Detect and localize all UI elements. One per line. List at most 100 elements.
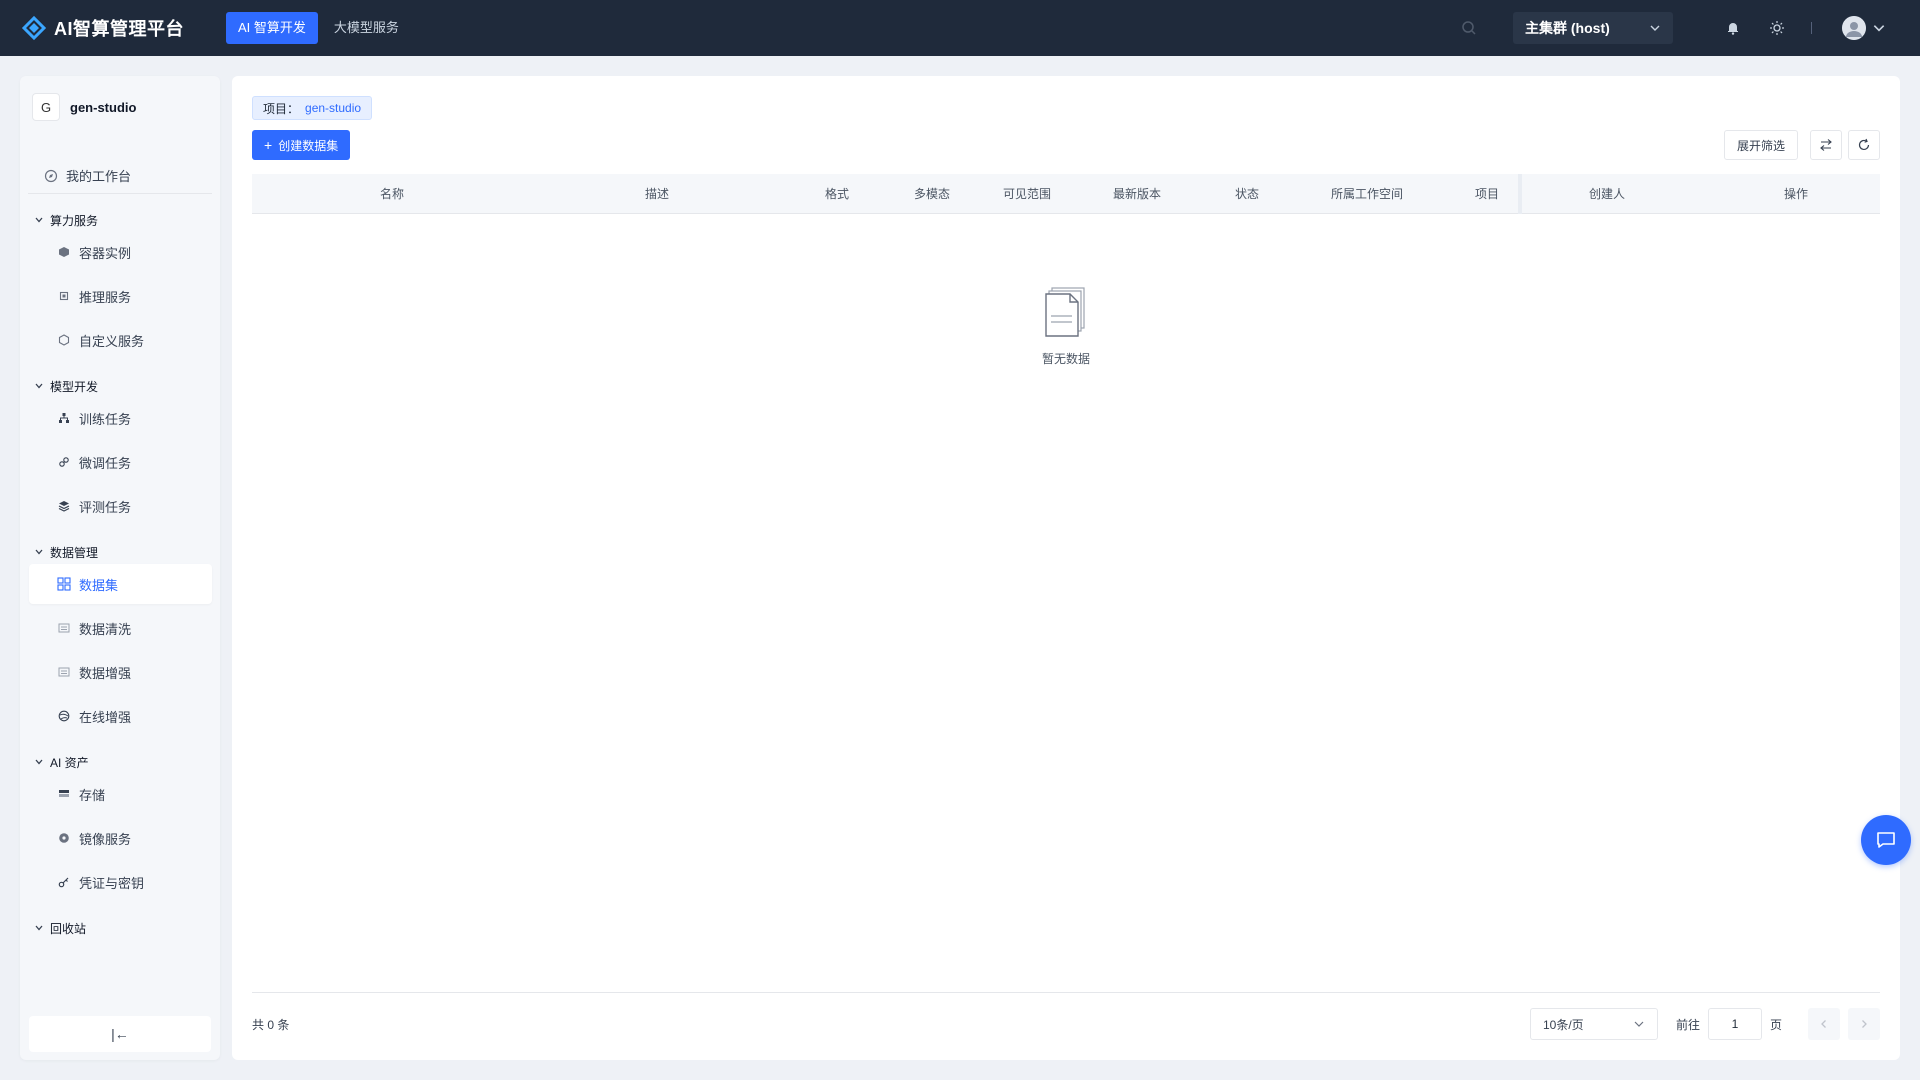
page-size-value: 10条/页 (1542, 1017, 1584, 1032)
sidebar-collapse-button[interactable]: |← (29, 1016, 211, 1052)
sidebar-item-label: 数据集 (79, 577, 119, 593)
sidebar-item-label: 微调任务 (79, 455, 132, 471)
column-header[interactable]: 所属工作空间 (1302, 185, 1432, 202)
column-header[interactable]: 创建人 (1542, 185, 1672, 202)
empty-document-icon (1045, 287, 1085, 337)
table-toolbar: 展开筛选 (1723, 130, 1880, 160)
column-settings-button[interactable] (1810, 130, 1842, 160)
top-right: 主集群 (host) (1459, 0, 1920, 56)
chat-assistant-button[interactable] (1861, 815, 1911, 865)
sidebar-item-dataset[interactable]: 数据集 (29, 564, 212, 604)
brand[interactable]: AI智算管理平台 (20, 14, 206, 42)
key-icon (57, 875, 71, 889)
sidebar-item-image-service[interactable]: 镜像服务 (29, 818, 212, 858)
cluster-select[interactable]: 主集群 (host) (1513, 12, 1673, 44)
menu-group-ai-assets[interactable]: AI 资产 (20, 750, 220, 774)
menu-group-label: AI 资产 (50, 755, 89, 770)
layers-icon (57, 499, 71, 513)
bell-icon[interactable] (1723, 18, 1743, 38)
column-header[interactable]: 操作 (1672, 185, 1870, 202)
empty-state: 暂无数据 (252, 286, 1880, 367)
column-header[interactable]: 最新版本 (1082, 185, 1192, 202)
next-page-button[interactable] (1848, 1008, 1880, 1040)
search-icon[interactable] (1459, 18, 1479, 38)
dataset-table: 名称 描述 格式 多模态 可见范围 最新版本 状态 所属工作空间 项目 创建人 … (252, 174, 1880, 366)
column-header[interactable]: 状态 (1192, 185, 1302, 202)
page-size-select[interactable]: 10条/页 (1529, 1008, 1658, 1040)
chevron-down-icon (35, 549, 43, 555)
sidebar-item-credentials[interactable]: 凭证与密钥 (29, 862, 212, 902)
project-switcher[interactable]: G gen-studio (32, 92, 208, 122)
swap-icon (1820, 139, 1832, 151)
fixed-column-divider (1518, 174, 1522, 214)
sidebar-item-custom-service[interactable]: 自定义服务 (29, 320, 212, 360)
column-header[interactable]: 描述 (532, 185, 782, 202)
top-bar: AI智算管理平台 AI 智算开发 大模型服务 主集群 (host) (0, 0, 1920, 56)
user-menu[interactable] (1842, 16, 1886, 40)
page-unit-label: 页 (1769, 1017, 1782, 1032)
create-dataset-button[interactable]: + 创建数据集 (252, 130, 351, 160)
chevron-down-icon (1873, 25, 1885, 32)
sidebar-item-storage[interactable]: 存储 (29, 774, 212, 814)
sidebar-item-container[interactable]: 容器实例 (29, 232, 212, 272)
user-icon (1842, 16, 1866, 40)
menu-group-model-dev[interactable]: 模型开发 (20, 374, 220, 398)
menu-group-label: 算力服务 (50, 213, 99, 228)
sidebar-item-workbench[interactable]: 我的工作台 (28, 158, 212, 194)
project-name: gen-studio (70, 99, 137, 115)
column-header[interactable]: 可见范围 (972, 185, 1082, 202)
sidebar-menu: 我的工作台 算力服务 容器实例 推理服务 自定义服务 模型开发 训练任务 微调任… (20, 158, 220, 940)
project-tag-value: gen-studio (305, 101, 362, 115)
nav-llm-service[interactable]: 大模型服务 (322, 12, 411, 44)
sidebar-item-label: 镜像服务 (79, 831, 132, 847)
avatar (1842, 16, 1866, 40)
main-panel: 项目： gen-studio + 创建数据集 展开筛选 名称 描述 格式 多模态… (232, 76, 1900, 1060)
grid-icon (57, 577, 71, 591)
table-header: 名称 描述 格式 多模态 可见范围 最新版本 状态 所属工作空间 项目 创建人 … (252, 174, 1880, 214)
sidebar-item-evaluation[interactable]: 评测任务 (29, 486, 212, 526)
app-title: AI智算管理平台 (54, 19, 184, 39)
sidebar-item-training[interactable]: 训练任务 (29, 398, 212, 438)
chevron-down-icon (1634, 1021, 1644, 1027)
sidebar-item-label: 数据清洗 (79, 621, 132, 637)
column-header[interactable]: 名称 (252, 185, 532, 202)
sidebar-item-finetune[interactable]: 微调任务 (29, 442, 212, 482)
prev-page-button[interactable] (1808, 1008, 1840, 1040)
chevron-down-icon (35, 759, 43, 765)
sidebar-item-label: 推理服务 (79, 289, 132, 305)
footer-divider (252, 992, 1880, 993)
menu-group-recycle-bin[interactable]: 回收站 (20, 916, 220, 940)
sidebar-item-label: 评测任务 (79, 499, 132, 515)
menu-group-data[interactable]: 数据管理 (20, 540, 220, 564)
menu-group-compute[interactable]: 算力服务 (20, 208, 220, 232)
expand-filter-button[interactable]: 展开筛选 (1723, 130, 1798, 160)
sidebar-item-label: 数据增强 (79, 665, 132, 681)
list-icon (57, 621, 71, 635)
column-header[interactable]: 格式 (782, 185, 892, 202)
sidebar-item-online-augment[interactable]: 在线增强 (29, 696, 212, 736)
refresh-button[interactable] (1848, 130, 1880, 160)
cube-icon (57, 245, 71, 259)
list-icon (57, 665, 71, 679)
column-header[interactable]: 多模态 (892, 185, 972, 202)
project-tag: 项目： gen-studio (252, 96, 373, 120)
menu-group-label: 回收站 (50, 921, 87, 936)
chevron-left-icon (1821, 1020, 1826, 1028)
link-icon (57, 455, 71, 469)
column-header[interactable]: 项目 (1432, 185, 1542, 202)
nav-ai-dev[interactable]: AI 智算开发 (226, 12, 318, 44)
menu-group-label: 模型开发 (50, 379, 99, 394)
cpu-icon (57, 289, 71, 303)
sun-icon[interactable] (1767, 18, 1787, 38)
sidebar-item-data-cleaning[interactable]: 数据清洗 (29, 608, 212, 648)
goto-page-input[interactable]: 1 (1707, 1008, 1762, 1040)
hierarchy-icon (57, 411, 71, 425)
globe-icon (57, 709, 71, 723)
project-avatar: G (32, 93, 60, 121)
sidebar-item-data-augment[interactable]: 数据增强 (29, 652, 212, 692)
menu-group-label: 数据管理 (50, 545, 99, 560)
top-divider (1811, 22, 1812, 34)
sidebar-item-label: 训练任务 (79, 411, 132, 427)
disk-icon (57, 831, 71, 845)
sidebar-item-inference[interactable]: 推理服务 (29, 276, 212, 316)
